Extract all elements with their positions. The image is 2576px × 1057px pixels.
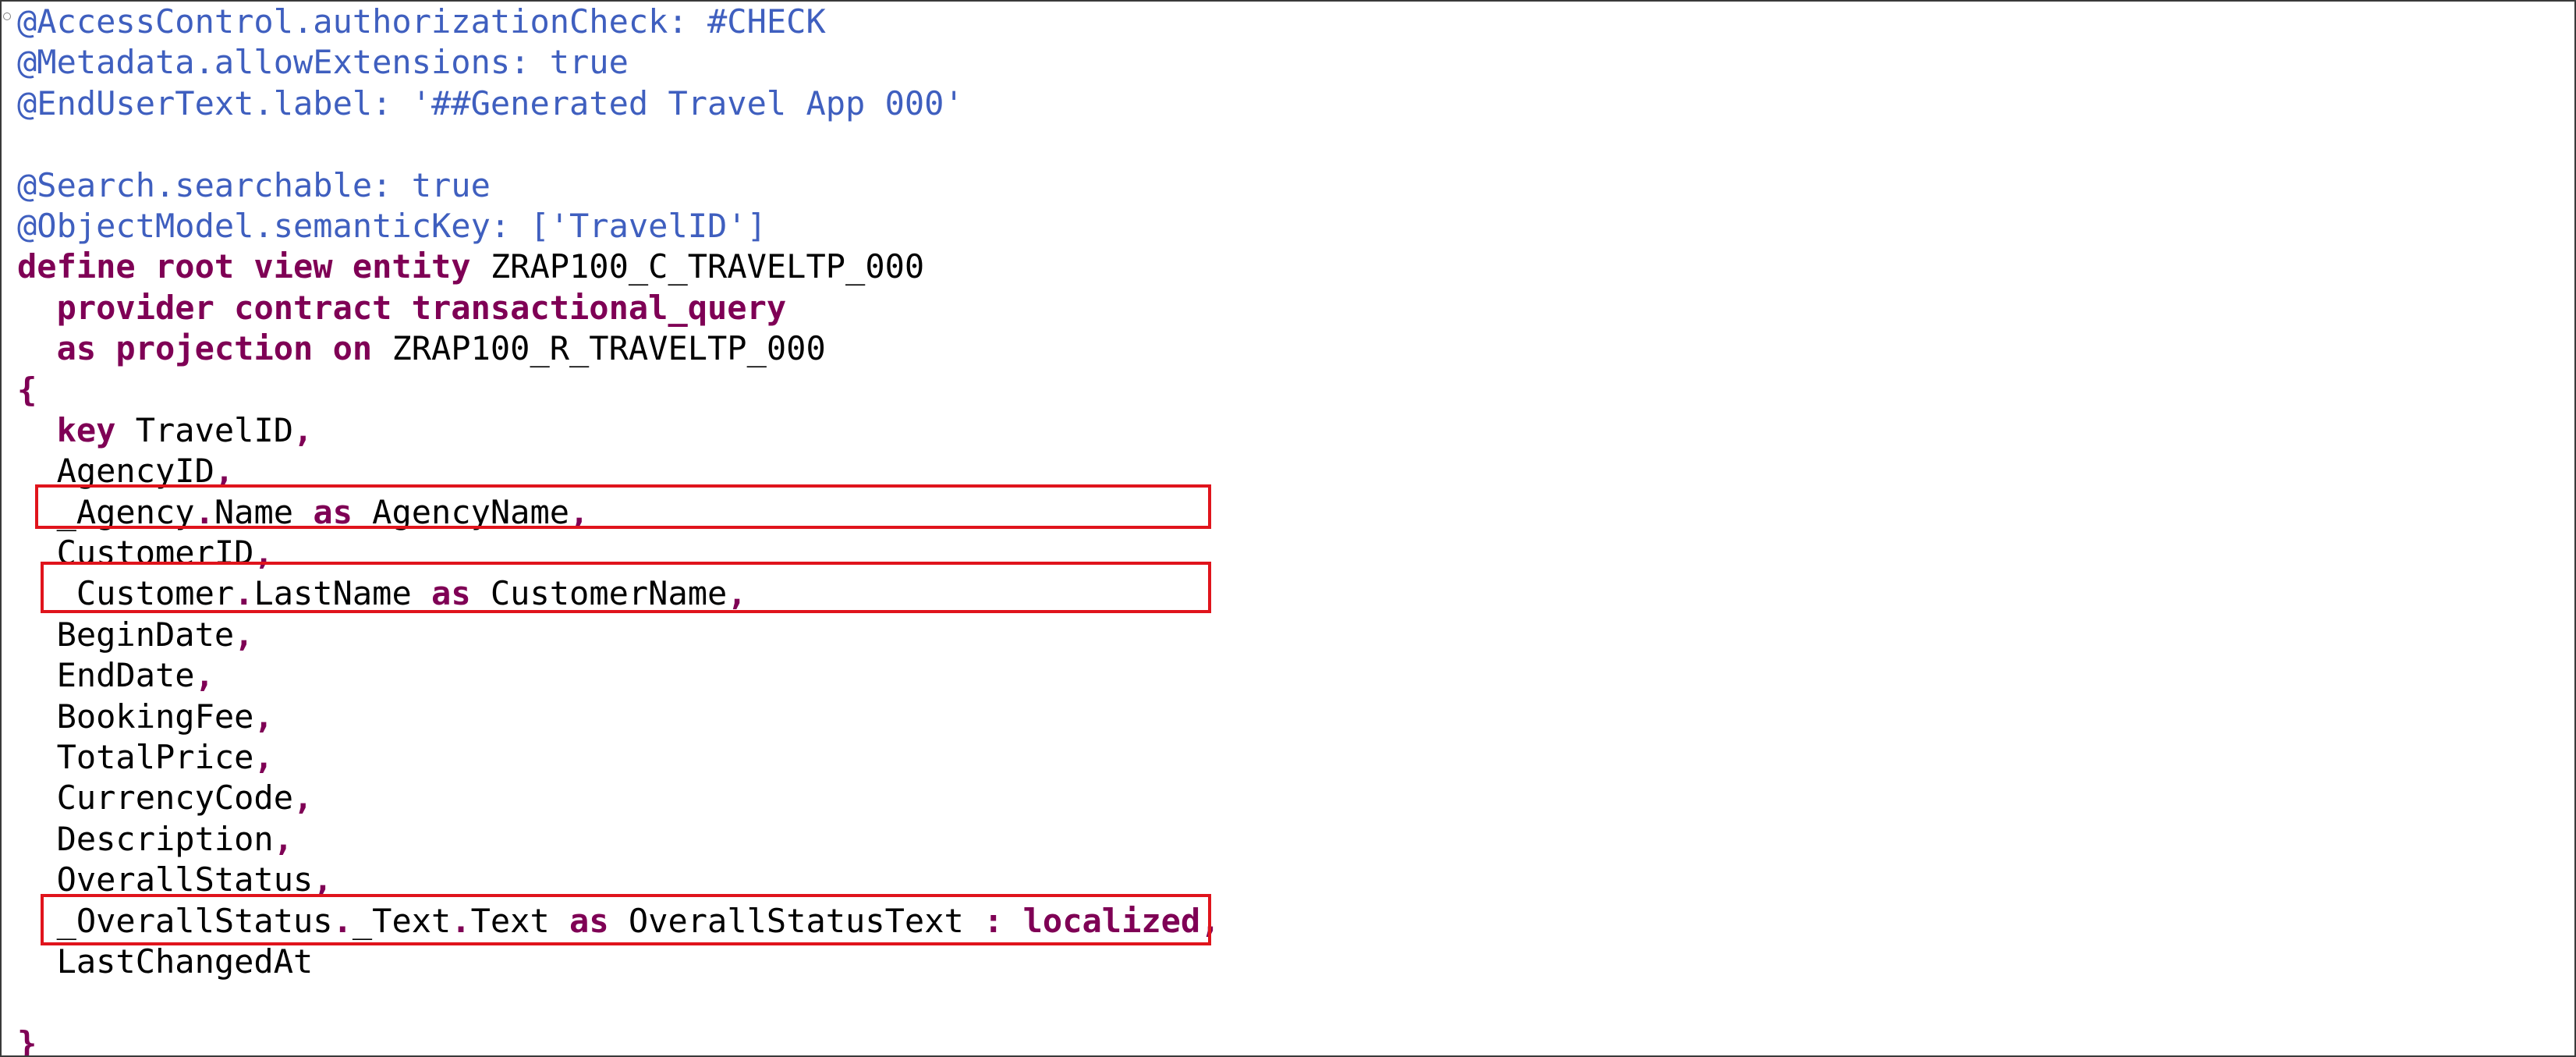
identifier-token bbox=[17, 289, 57, 327]
punctuation-token: , bbox=[234, 615, 254, 654]
identifier-token bbox=[17, 329, 57, 367]
fold-marker-icon[interactable] bbox=[3, 12, 11, 20]
punctuation-token: , bbox=[293, 410, 314, 449]
code-line[interactable]: @Search.searchable: true bbox=[17, 165, 1221, 206]
keyword-token: provider contract transactional_query bbox=[56, 288, 787, 327]
annotation-token: @Metadata.allowExtensions: true bbox=[17, 43, 629, 82]
code-line[interactable]: define root view entity ZRAP100_C_TRAVEL… bbox=[17, 247, 1221, 287]
annotation-token: @EndUserText.label: '##Generated Travel … bbox=[17, 83, 964, 122]
punctuation-token: , bbox=[293, 779, 314, 818]
identifier-token: TravelID bbox=[115, 410, 294, 449]
annotation-token: @Search.searchable: true bbox=[17, 165, 491, 204]
code-line[interactable]: @ObjectModel.semanticKey: ['TravelID'] bbox=[17, 206, 1221, 247]
code-line[interactable] bbox=[17, 982, 1221, 1023]
punctuation-token: } bbox=[17, 1023, 37, 1057]
code-line[interactable]: LastChangedAt bbox=[17, 942, 1221, 982]
punctuation-token: , bbox=[194, 656, 214, 695]
identifier-token: CurrencyCode bbox=[17, 779, 294, 818]
code-line[interactable]: @Metadata.allowExtensions: true bbox=[17, 42, 1221, 83]
identifier-token: EndDate bbox=[17, 656, 195, 695]
identifier-token: LastChangedAt bbox=[17, 942, 314, 981]
keyword-token: key bbox=[56, 410, 116, 449]
code-line[interactable]: } bbox=[17, 1023, 1221, 1057]
code-editor[interactable]: @AccessControl.authorizationCheck: #CHEC… bbox=[0, 0, 2576, 1057]
code-line[interactable]: { bbox=[17, 370, 1221, 410]
code-line[interactable]: BookingFee, bbox=[17, 697, 1221, 737]
code-line[interactable]: CurrencyCode, bbox=[17, 778, 1221, 818]
code-line[interactable] bbox=[17, 124, 1221, 165]
identifier-token: BookingFee bbox=[17, 697, 254, 736]
code-line[interactable]: BeginDate, bbox=[17, 615, 1221, 655]
punctuation-token: , bbox=[313, 860, 333, 899]
keyword-token: as projection on bbox=[56, 329, 373, 368]
punctuation-token: , bbox=[273, 819, 294, 858]
code-line[interactable]: as projection on ZRAP100_R_TRAVELTP_000 bbox=[17, 328, 1221, 369]
punctuation-token: , bbox=[253, 697, 274, 736]
code-line[interactable]: TotalPrice, bbox=[17, 737, 1221, 778]
code-line[interactable]: provider contract transactional_query bbox=[17, 288, 1221, 328]
highlight-customer-name bbox=[41, 562, 1211, 613]
code-line[interactable]: @EndUserText.label: '##Generated Travel … bbox=[17, 83, 1221, 124]
identifier-token: ZRAP100_R_TRAVELTP_000 bbox=[372, 329, 826, 368]
identifier-token: Description bbox=[17, 819, 274, 858]
identifier-token: TotalPrice bbox=[17, 738, 254, 777]
punctuation-token: { bbox=[17, 370, 37, 409]
highlight-overall-status-text bbox=[41, 894, 1211, 945]
punctuation-token: , bbox=[253, 738, 274, 777]
code-line[interactable]: EndDate, bbox=[17, 655, 1221, 696]
highlight-agency-name bbox=[35, 484, 1211, 529]
code-line[interactable]: Description, bbox=[17, 819, 1221, 860]
keyword-token: define root view entity bbox=[17, 247, 471, 286]
identifier-token bbox=[17, 411, 57, 449]
code-line[interactable]: @AccessControl.authorizationCheck: #CHEC… bbox=[17, 2, 1221, 42]
annotation-token: @ObjectModel.semanticKey: ['TravelID'] bbox=[17, 206, 767, 245]
code-line[interactable]: key TravelID, bbox=[17, 410, 1221, 451]
identifier-token: OverallStatus bbox=[17, 860, 314, 899]
identifier-token: ZRAP100_C_TRAVELTP_000 bbox=[470, 247, 925, 286]
identifier-token: BeginDate bbox=[17, 615, 235, 654]
annotation-token: @AccessControl.authorizationCheck: #CHEC… bbox=[17, 2, 826, 41]
